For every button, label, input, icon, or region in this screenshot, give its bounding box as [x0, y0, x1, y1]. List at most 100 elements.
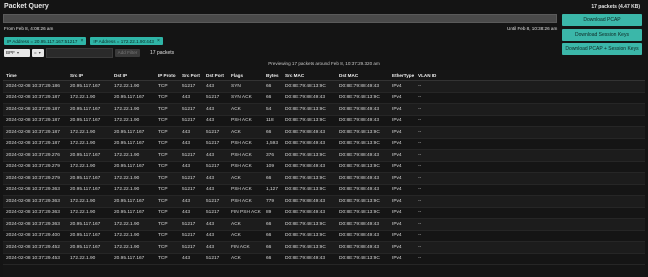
table-cell: 20.95.117.167: [111, 126, 155, 139]
download-pcap-session-keys-button[interactable]: Download PCAP + Session Keys: [562, 43, 642, 55]
table-cell: 172.22.1.90: [67, 126, 111, 139]
table-cell: TCP: [155, 92, 179, 104]
table-row[interactable]: 2024-02-08 10:37:29.186 20.95.117.167 172.…: [3, 80, 645, 93]
table-row[interactable]: 2024-02-08 10:37:29.363 172.22.1.90 20.95.…: [3, 195, 645, 208]
column-header[interactable]: Dst IP: [111, 70, 155, 81]
table-cell: --: [415, 92, 645, 104]
table-cell: 51217: [179, 184, 203, 196]
download-pcap-button[interactable]: Download PCAP: [562, 14, 642, 26]
table-cell: ACK: [228, 172, 263, 185]
table-cell: 443: [203, 103, 228, 116]
column-header[interactable]: Time: [3, 70, 67, 81]
table-cell: PSH ACK: [228, 195, 263, 208]
table-cell: D0:8E:79:48:13:9C: [282, 230, 336, 242]
table-row[interactable]: 2024-02-08 10:37:29.187 20.95.117.167 172.…: [3, 103, 645, 116]
table-cell: 2024-02-08 10:37:29.363: [3, 195, 67, 208]
table-row[interactable]: 2024-02-08 10:37:29.187 20.95.117.167 172.…: [3, 115, 645, 127]
table-cell: 443: [203, 241, 228, 254]
add-filter-button[interactable]: Add Filter: [115, 48, 140, 57]
close-icon[interactable]: ×: [157, 38, 160, 44]
range-from-label: From Feb 8, 4:08:26 am: [4, 26, 54, 31]
table-cell: --: [415, 103, 645, 116]
table-cell: 172.22.1.90: [111, 184, 155, 196]
table-row[interactable]: 2024-02-08 10:37:29.276 20.95.117.167 172.…: [3, 149, 645, 162]
table-cell: D0:8E:79:88:49:43: [336, 80, 389, 93]
table-cell: 172.22.1.90: [111, 103, 155, 116]
table-row[interactable]: 2024-02-08 10:37:29.187 172.22.1.90 20.95.…: [3, 126, 645, 139]
table-cell: TCP: [155, 241, 179, 254]
table-cell: 443: [179, 138, 203, 150]
table-row[interactable]: 2024-02-08 10:37:29.363 20.95.117.167 172.…: [3, 184, 645, 196]
table-row[interactable]: 2024-02-08 10:37:29.279 20.95.117.167 172.…: [3, 172, 645, 185]
table-header-row: Time Src IP Dst IP IP Proto Src Port Dst Port…: [3, 70, 645, 81]
table-cell: 51217: [203, 195, 228, 208]
range-until-label: Until Feb 8, 10:38:26 am: [507, 26, 558, 31]
table-cell: TCP: [155, 161, 179, 173]
table-row[interactable]: 2024-02-08 10:37:29.453 172.22.1.90 20.95.…: [3, 253, 645, 265]
table-cell: 66: [263, 241, 282, 254]
table-row[interactable]: 2024-02-08 10:37:29.400 20.95.117.167 172.…: [3, 230, 645, 242]
table-cell: D0:8E:79:88:49:43: [336, 218, 389, 231]
close-icon[interactable]: ×: [80, 38, 83, 44]
table-cell: 2024-02-08 10:37:29.363: [3, 218, 67, 231]
column-header[interactable]: Src Port: [179, 70, 203, 81]
table-cell: 443: [203, 172, 228, 185]
table-row[interactable]: 2024-02-08 10:37:29.187 172.22.1.90 20.95.…: [3, 92, 645, 104]
table-cell: PSH ACK: [228, 115, 263, 127]
table-cell: TCP: [155, 218, 179, 231]
table-cell: 20.95.117.167: [67, 172, 111, 185]
table-row[interactable]: 2024-02-08 10:37:29.187 172.22.1.90 20.95.…: [3, 138, 645, 150]
table-cell: 2024-02-08 10:37:29.363: [3, 184, 67, 196]
time-range-slider[interactable]: [3, 14, 557, 23]
table-cell: 20.95.117.167: [111, 138, 155, 150]
table-cell: 20.95.117.167: [67, 218, 111, 231]
table-row[interactable]: 2024-02-08 10:37:29.363 172.22.1.90 20.95.…: [3, 207, 645, 219]
table-row[interactable]: 2024-02-08 10:37:29.452 20.95.117.167 172.…: [3, 241, 645, 254]
table-cell: IPv4: [389, 230, 415, 242]
table-cell: IPv4: [389, 241, 415, 254]
column-header[interactable]: EtherType: [389, 70, 415, 81]
table-cell: ACK: [228, 126, 263, 139]
table-cell: SYN ACK: [228, 92, 263, 104]
table-row[interactable]: 2024-02-08 10:37:29.363 20.95.117.167 172.…: [3, 218, 645, 231]
filter-value-input[interactable]: [46, 47, 113, 58]
download-session-keys-button[interactable]: Download Session Keys: [562, 29, 642, 41]
table-cell: 172.22.1.90: [111, 80, 155, 93]
table-cell: IPv4: [389, 103, 415, 116]
table-cell: 172.22.1.90: [111, 172, 155, 185]
table-cell: --: [415, 126, 645, 139]
filter-operator-select[interactable]: = ▾: [32, 48, 44, 57]
table-cell: D0:8E:79:88:49:43: [282, 92, 336, 104]
filter-chip[interactable]: IP Address = 172.22.1.90:443 ×: [90, 37, 163, 45]
table-cell: TCP: [155, 115, 179, 127]
table-cell: 66: [263, 92, 282, 104]
table-cell: 172.22.1.90: [67, 92, 111, 104]
table-row[interactable]: 2024-02-08 10:37:29.279 172.22.1.90 20.95.…: [3, 161, 645, 173]
table-cell: 172.22.1.90: [67, 161, 111, 173]
column-header[interactable]: Bytes: [263, 70, 282, 81]
table-cell: 172.22.1.90: [67, 195, 111, 208]
table-cell: IPv4: [389, 184, 415, 196]
table-cell: 20.95.117.167: [111, 207, 155, 219]
table-cell: D0:8E:79:88:49:43: [336, 172, 389, 185]
table-cell: 20.95.117.167: [67, 80, 111, 93]
column-header[interactable]: VLAN ID: [415, 70, 645, 81]
table-cell: 51217: [179, 80, 203, 93]
table-cell: --: [415, 149, 645, 162]
column-header[interactable]: Dst Port: [203, 70, 228, 81]
table-cell: 51217: [179, 115, 203, 127]
table-cell: --: [415, 253, 645, 265]
table-cell: 2024-02-08 10:37:29.186: [3, 80, 67, 93]
table-cell: 51217: [203, 138, 228, 150]
table-cell: 20.95.117.167: [67, 103, 111, 116]
column-header[interactable]: IP Proto: [155, 70, 179, 81]
column-header[interactable]: Dst MAC: [336, 70, 389, 81]
filter-chip[interactable]: IP Address = 20.95.117.167:51217 ×: [4, 37, 87, 45]
table-cell: 443: [179, 253, 203, 265]
column-header[interactable]: Src IP: [67, 70, 111, 81]
filter-type-select[interactable]: BPF ▾: [4, 48, 30, 57]
table-cell: ACK: [228, 218, 263, 231]
column-header[interactable]: Src MAC: [282, 70, 336, 81]
column-header[interactable]: Flags: [228, 70, 263, 81]
table-cell: FIN PSH ACK: [228, 207, 263, 219]
